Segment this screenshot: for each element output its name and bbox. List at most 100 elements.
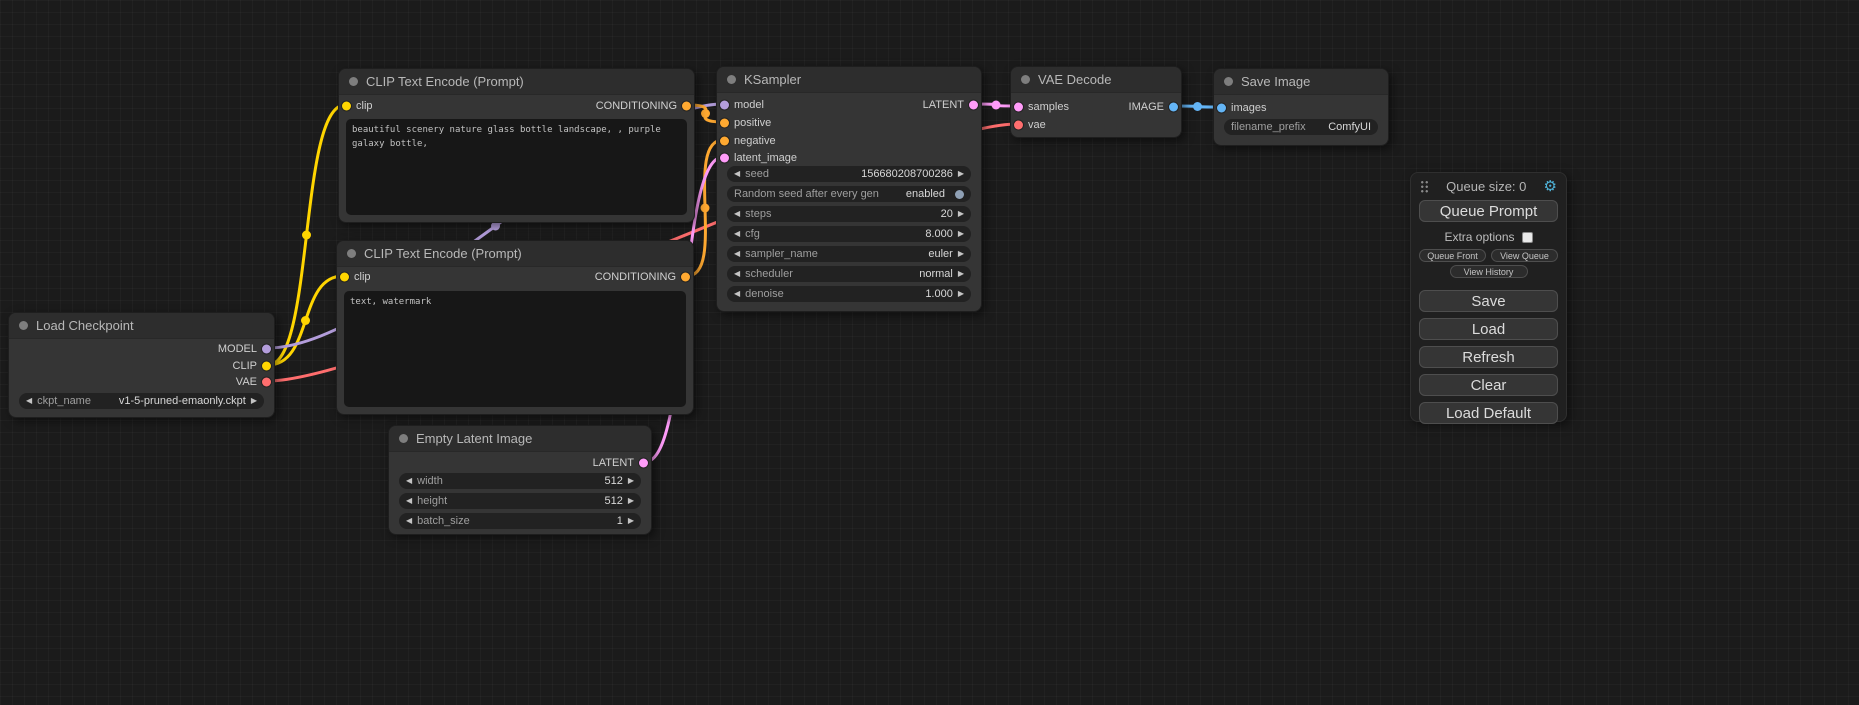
decrement-arrow-icon[interactable]: ◀ xyxy=(734,230,740,238)
node-title-bar[interactable]: KSampler xyxy=(717,67,981,93)
collapse-icon[interactable] xyxy=(347,249,356,258)
denoise-widget[interactable]: ◀ denoise 1.000 ▶ xyxy=(727,286,971,302)
widget-value: 20 xyxy=(941,208,953,220)
slot-label: negative xyxy=(734,135,776,147)
toggle-dot-icon[interactable] xyxy=(955,190,964,199)
model-port-icon[interactable] xyxy=(262,345,271,354)
negative-prompt-textarea[interactable]: text, watermark xyxy=(344,291,686,407)
decrement-arrow-icon[interactable]: ◀ xyxy=(734,290,740,298)
positive-prompt-textarea[interactable]: beautiful scenery nature glass bottle la… xyxy=(346,119,687,215)
increment-arrow-icon[interactable]: ▶ xyxy=(628,477,634,485)
slot-label: latent_image xyxy=(734,152,797,164)
node-clip-text-encode-negative[interactable]: CLIP Text Encode (Prompt) clip CONDITION… xyxy=(336,240,694,415)
vae-port-icon[interactable] xyxy=(262,378,271,387)
queue-front-button[interactable]: Queue Front xyxy=(1419,249,1486,262)
decrement-arrow-icon[interactable]: ◀ xyxy=(734,250,740,258)
node-save-image[interactable]: Save Image images filename_prefix ComfyU… xyxy=(1213,68,1389,146)
extra-options-checkbox[interactable] xyxy=(1522,232,1533,243)
steps-widget[interactable]: ◀ steps 20 ▶ xyxy=(727,206,971,222)
input-slot-negative: negative xyxy=(717,133,981,149)
scheduler-widget[interactable]: ◀ scheduler normal ▶ xyxy=(727,266,971,282)
increment-arrow-icon[interactable]: ▶ xyxy=(958,230,964,238)
settings-gear-icon[interactable]: ⚙ xyxy=(1544,179,1557,194)
random-seed-toggle-widget[interactable]: Random seed after every gen enabled xyxy=(727,186,971,202)
graph-canvas[interactable]: Load Checkpoint MODEL CLIP VAE ◀ ckpt_na… xyxy=(0,0,1859,705)
save-button[interactable]: Save xyxy=(1419,290,1558,312)
decrement-arrow-icon[interactable]: ◀ xyxy=(406,517,412,525)
widget-label: batch_size xyxy=(417,515,470,527)
widget-value: normal xyxy=(919,268,953,280)
node-clip-text-encode-positive[interactable]: CLIP Text Encode (Prompt) clip CONDITION… xyxy=(338,68,695,223)
width-widget[interactable]: ◀ width 512 ▶ xyxy=(399,473,641,489)
increment-arrow-icon[interactable]: ▶ xyxy=(251,397,257,405)
conditioning-port-icon[interactable] xyxy=(720,119,729,128)
refresh-button[interactable]: Refresh xyxy=(1419,346,1558,368)
latent-port-icon[interactable] xyxy=(639,459,648,468)
output-slot-vae: VAE xyxy=(9,374,274,390)
load-default-button[interactable]: Load Default xyxy=(1419,402,1558,424)
increment-arrow-icon[interactable]: ▶ xyxy=(958,210,964,218)
increment-arrow-icon[interactable]: ▶ xyxy=(958,170,964,178)
node-load-checkpoint[interactable]: Load Checkpoint MODEL CLIP VAE ◀ ckpt_na… xyxy=(8,312,275,418)
image-port-icon[interactable] xyxy=(1217,104,1226,113)
ckpt-name-widget[interactable]: ◀ ckpt_name v1-5-pruned-emaonly.ckpt ▶ xyxy=(19,393,264,409)
widget-label: height xyxy=(417,495,447,507)
node-title-bar[interactable]: Empty Latent Image xyxy=(389,426,651,452)
decrement-arrow-icon[interactable]: ◀ xyxy=(734,170,740,178)
load-button[interactable]: Load xyxy=(1419,318,1558,340)
increment-arrow-icon[interactable]: ▶ xyxy=(958,250,964,258)
conditioning-port-icon[interactable] xyxy=(681,273,690,282)
node-title-bar[interactable]: Save Image xyxy=(1214,69,1388,95)
node-title-bar[interactable]: VAE Decode xyxy=(1011,67,1181,93)
widget-value: 512 xyxy=(604,495,622,507)
output-slot-image: IMAGE xyxy=(1011,99,1181,115)
collapse-icon[interactable] xyxy=(1224,77,1233,86)
slot-label: CONDITIONING xyxy=(595,271,676,283)
decrement-arrow-icon[interactable]: ◀ xyxy=(406,477,412,485)
node-ksampler[interactable]: KSampler model LATENT positive negative … xyxy=(716,66,982,312)
increment-arrow-icon[interactable]: ▶ xyxy=(628,497,634,505)
image-port-icon[interactable] xyxy=(1169,103,1178,112)
node-title-bar[interactable]: CLIP Text Encode (Prompt) xyxy=(339,69,694,95)
view-queue-button[interactable]: View Queue xyxy=(1491,249,1558,262)
node-title: Empty Latent Image xyxy=(416,431,532,446)
collapse-icon[interactable] xyxy=(349,77,358,86)
increment-arrow-icon[interactable]: ▶ xyxy=(628,517,634,525)
batch-size-widget[interactable]: ◀ batch_size 1 ▶ xyxy=(399,513,641,529)
widget-label: steps xyxy=(745,208,771,220)
widget-label: scheduler xyxy=(745,268,793,280)
widget-label: filename_prefix xyxy=(1231,121,1306,133)
queue-size-label: Queue size: 0 xyxy=(1429,179,1544,194)
clear-button[interactable]: Clear xyxy=(1419,374,1558,396)
height-widget[interactable]: ◀ height 512 ▶ xyxy=(399,493,641,509)
collapse-icon[interactable] xyxy=(1021,75,1030,84)
node-title-bar[interactable]: CLIP Text Encode (Prompt) xyxy=(337,241,693,267)
decrement-arrow-icon[interactable]: ◀ xyxy=(734,270,740,278)
increment-arrow-icon[interactable]: ▶ xyxy=(958,290,964,298)
cfg-widget[interactable]: ◀ cfg 8.000 ▶ xyxy=(727,226,971,242)
conditioning-port-icon[interactable] xyxy=(720,137,729,146)
drag-handle-icon[interactable] xyxy=(1420,180,1429,193)
vae-port-icon[interactable] xyxy=(1014,121,1023,130)
filename-prefix-widget[interactable]: filename_prefix ComfyUI xyxy=(1224,119,1378,135)
output-slot-model: MODEL xyxy=(9,341,274,357)
latent-port-icon[interactable] xyxy=(969,101,978,110)
decrement-arrow-icon[interactable]: ◀ xyxy=(406,497,412,505)
collapse-icon[interactable] xyxy=(399,434,408,443)
sampler-name-widget[interactable]: ◀ sampler_name euler ▶ xyxy=(727,246,971,262)
latent-port-icon[interactable] xyxy=(720,154,729,163)
seed-widget[interactable]: ◀ seed 156680208700286 ▶ xyxy=(727,166,971,182)
collapse-icon[interactable] xyxy=(727,75,736,84)
decrement-arrow-icon[interactable]: ◀ xyxy=(26,397,32,405)
node-vae-decode[interactable]: VAE Decode samples IMAGE vae xyxy=(1010,66,1182,138)
collapse-icon[interactable] xyxy=(19,321,28,330)
node-title-bar[interactable]: Load Checkpoint xyxy=(9,313,274,339)
queue-panel: Queue size: 0 ⚙ Queue Prompt Extra optio… xyxy=(1410,172,1567,422)
node-empty-latent-image[interactable]: Empty Latent Image LATENT ◀ width 512 ▶ … xyxy=(388,425,652,535)
increment-arrow-icon[interactable]: ▶ xyxy=(958,270,964,278)
clip-port-icon[interactable] xyxy=(262,362,271,371)
decrement-arrow-icon[interactable]: ◀ xyxy=(734,210,740,218)
conditioning-port-icon[interactable] xyxy=(682,102,691,111)
queue-prompt-button[interactable]: Queue Prompt xyxy=(1419,200,1558,222)
view-history-button[interactable]: View History xyxy=(1450,265,1528,278)
